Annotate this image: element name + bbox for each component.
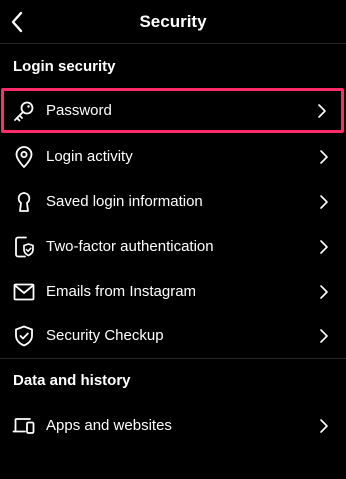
row-emails-from-instagram[interactable]: Emails from Instagram <box>0 269 346 314</box>
location-pin-icon <box>12 145 36 169</box>
chevron-right-icon <box>314 237 334 257</box>
row-saved-login-label: Saved login information <box>46 193 203 210</box>
chevron-right-icon <box>314 416 334 436</box>
section-title-data-and-history: Data and history <box>13 372 131 389</box>
chevron-right-icon <box>314 147 334 167</box>
row-login-activity-label: Login activity <box>46 148 133 165</box>
keyhole-icon <box>12 190 36 214</box>
row-security-checkup[interactable]: Security Checkup <box>0 313 346 358</box>
row-saved-login-information[interactable]: Saved login information <box>0 179 346 224</box>
row-two-factor-label: Two-factor authentication <box>46 238 214 255</box>
shield-check-icon <box>12 324 36 348</box>
row-password-label: Password <box>46 102 112 119</box>
chevron-right-icon <box>314 326 334 346</box>
envelope-icon <box>12 280 36 304</box>
devices-icon <box>12 414 36 438</box>
row-emails-label: Emails from Instagram <box>46 283 197 300</box>
row-password[interactable]: Password <box>1 88 344 133</box>
phone-shield-icon <box>12 235 36 259</box>
section-divider <box>0 358 346 359</box>
row-security-checkup-label: Security Checkup <box>46 327 164 344</box>
top-bar: Security <box>0 0 346 44</box>
page-title: Security <box>139 12 207 31</box>
row-apps-and-websites[interactable]: Apps and websites <box>0 403 346 448</box>
key-icon <box>12 99 36 123</box>
chevron-right-icon <box>314 192 334 212</box>
section-title-login-security: Login security <box>13 58 116 75</box>
row-two-factor-authentication[interactable]: Two-factor authentication <box>0 224 346 269</box>
row-login-activity[interactable]: Login activity <box>0 134 346 179</box>
chevron-right-icon <box>312 101 332 121</box>
chevron-right-icon <box>314 282 334 302</box>
row-apps-websites-label: Apps and websites <box>46 417 172 434</box>
